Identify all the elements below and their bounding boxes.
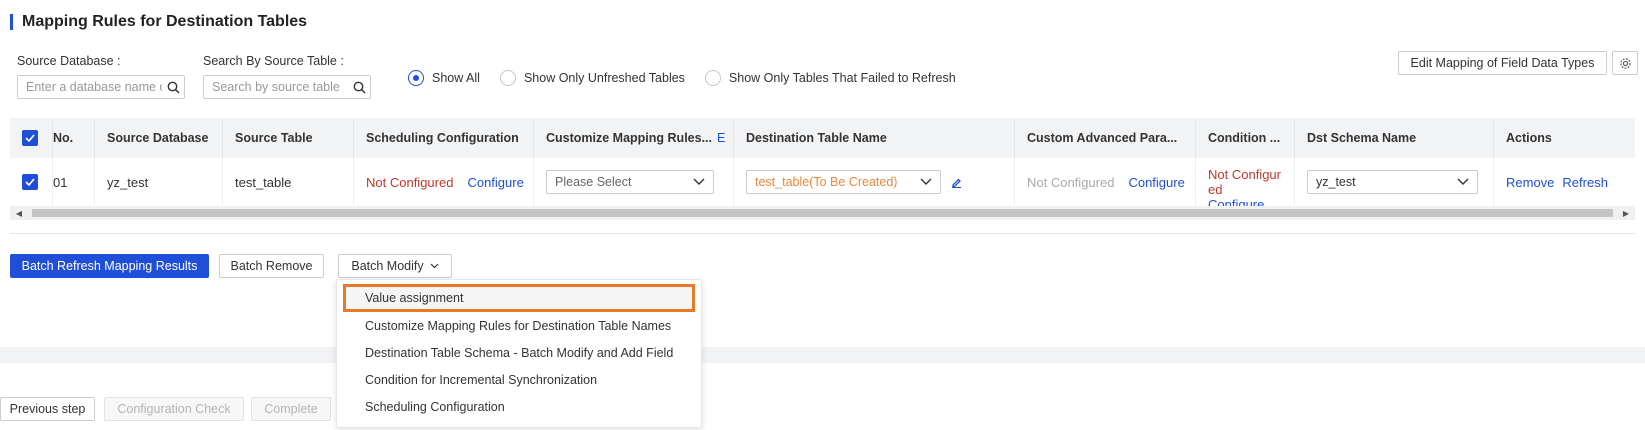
row-scheduling: Not Configured Configure [353,158,533,206]
batch-modify-button[interactable]: Batch Modify [338,254,452,278]
refresh-link[interactable]: Refresh [1562,175,1608,190]
header-customize-edit-link[interactable]: E [717,131,725,145]
menu-item-customize-mapping[interactable]: Customize Mapping Rules for Destination … [337,312,701,339]
menu-item-scheduling-configuration[interactable]: Scheduling Configuration [337,393,701,420]
table-row: 01 yz_test test_table Not Configured Con… [10,158,1635,206]
mapping-table: No. Source Database Source Table Schedul… [10,118,1635,206]
header-select-all[interactable] [10,118,52,158]
row-dst-schema: yz_test [1294,158,1493,206]
radio-selected-icon [408,70,424,86]
row-custom-adv: Not Configured Configure [1014,158,1195,206]
menu-item-incremental-condition[interactable]: Condition for Incremental Synchronizatio… [337,366,701,393]
batch-refresh-button[interactable]: Batch Refresh Mapping Results [10,254,209,278]
search-icon[interactable] [162,76,184,98]
checkbox-checked-icon[interactable] [22,130,38,146]
source-table-search[interactable] [203,75,371,99]
header-dst-schema: Dst Schema Name [1294,118,1493,158]
dst-schema-select[interactable]: yz_test [1307,170,1478,194]
scheduling-configure-link[interactable]: Configure [467,175,523,190]
condition-status-line2: ed [1208,182,1223,197]
row-select[interactable] [10,158,52,206]
header-source-db: Source Database [94,118,222,158]
row-no: 01 [52,158,94,206]
edit-mapping-button[interactable]: Edit Mapping of Field Data Types [1398,51,1607,75]
header-custom-adv: Custom Advanced Para... [1014,118,1195,158]
scrollbar-thumb[interactable] [32,209,1613,217]
source-table-input[interactable] [204,80,348,94]
row-source-table: test_table [222,158,353,206]
header-condition: Condition ... [1195,118,1294,158]
checkbox-checked-icon[interactable] [22,174,38,190]
title-accent-bar [10,14,13,30]
chevron-down-icon [430,263,439,269]
header-customize: Customize Mapping Rules... E [533,118,733,158]
menu-item-value-assignment[interactable]: Value assignment [343,284,695,312]
row-actions: Remove Refresh [1493,158,1635,206]
row-dest-table: test_table(To Be Created) [733,158,1014,206]
radio-show-all[interactable]: Show All [408,70,480,86]
radio-unselected-icon [499,70,516,86]
scheduling-status: Not Configured [366,174,454,190]
chevron-down-icon [693,178,705,185]
complete-button[interactable]: Complete [251,397,331,421]
header-actions: Actions [1493,118,1635,158]
radio-unselected-icon [704,70,721,86]
divider [10,233,1635,234]
row-condition: Not Configur ed Configure [1195,158,1294,206]
source-db-input[interactable] [18,80,162,94]
section-header: Mapping Rules for Destination Tables [10,12,307,32]
batch-remove-button[interactable]: Batch Remove [219,254,324,278]
table-filter-radio-group: Show All Show Only Unfreshed Tables Show… [408,68,976,88]
source-db-label: Source Database : [17,54,121,68]
chevron-down-icon [920,178,932,185]
table-header: No. Source Database Source Table Schedul… [10,118,1635,158]
condition-status-line1: Not Configur [1208,167,1281,182]
gear-icon [1619,57,1631,69]
header-source-table: Source Table [222,118,353,158]
section-title: Mapping Rules for Destination Tables [22,13,308,30]
radio-show-failed[interactable]: Show Only Tables That Failed to Refresh [704,70,956,86]
radio-show-unfreshed[interactable]: Show Only Unfreshed Tables [499,70,685,86]
edit-icon[interactable] [951,177,962,188]
scroll-right-icon[interactable]: ▶ [1619,206,1633,220]
dest-table-select[interactable]: test_table(To Be Created) [746,170,941,194]
chevron-down-icon [1457,178,1469,185]
header-no: No. [52,118,94,158]
configuration-check-button[interactable]: Configuration Check [104,397,244,421]
header-scheduling: Scheduling Configuration [353,118,533,158]
scroll-left-icon[interactable]: ◀ [12,206,26,220]
previous-step-button[interactable]: Previous step [0,397,95,421]
search-icon[interactable] [348,76,370,98]
table-horizontal-scrollbar[interactable]: ◀ ▶ [10,206,1635,220]
custom-adv-configure-link[interactable]: Configure [1128,175,1184,190]
row-customize: Please Select [533,158,733,206]
customize-mapping-select[interactable]: Please Select [546,170,714,194]
menu-item-dest-schema-batch-modify[interactable]: Destination Table Schema - Batch Modify … [337,339,701,366]
remove-link[interactable]: Remove [1506,175,1554,190]
row-source-db: yz_test [94,158,222,206]
header-dest-table: Destination Table Name [733,118,1014,158]
content-separator [0,347,1645,363]
condition-configure-link[interactable]: Configure [1208,197,1264,206]
custom-adv-status: Not Configured [1027,174,1115,190]
batch-modify-menu: Value assignment Customize Mapping Rules… [336,279,702,428]
settings-button[interactable] [1612,51,1638,75]
source-table-label: Search By Source Table : [203,54,344,68]
source-db-search[interactable] [17,75,185,99]
